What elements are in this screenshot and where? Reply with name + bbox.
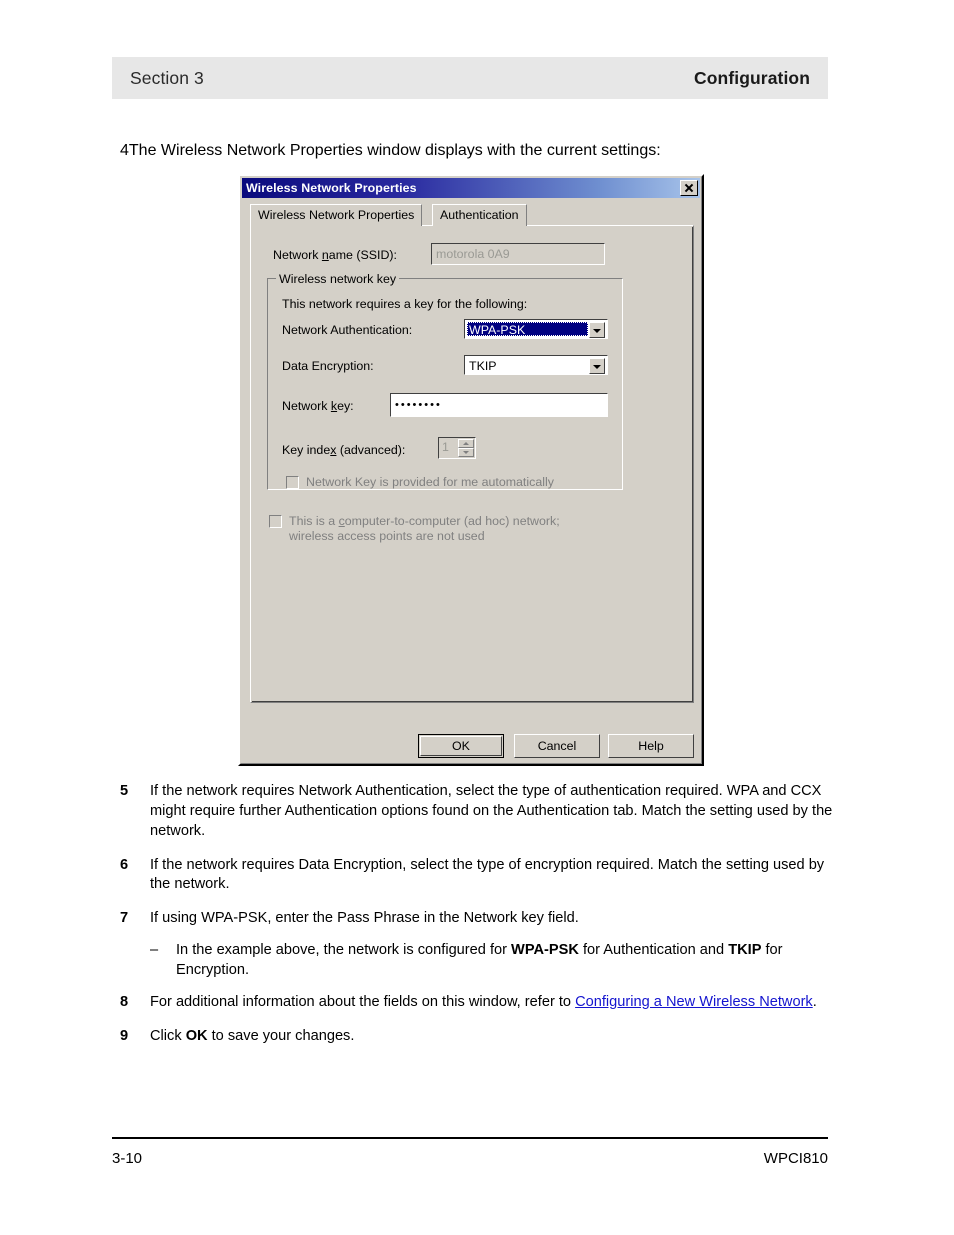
- steps-list: 5 If the network requires Network Authen…: [120, 782, 836, 1060]
- ssid-label: Network name (SSID):: [273, 248, 397, 262]
- substep-part2: for Authentication and: [578, 942, 729, 959]
- step8-part1: For additional information about the fie…: [150, 993, 576, 1010]
- ssid-input[interactable]: motorola 0A9: [431, 243, 605, 265]
- dialog-titlebar: Wireless Network Properties: [242, 178, 700, 198]
- footer-page-number: 3-10: [112, 1150, 143, 1167]
- step-text: For additional information about the fie…: [150, 993, 836, 1013]
- stepper-down-icon[interactable]: [458, 448, 474, 457]
- header-section-label: Section 3: [130, 67, 204, 88]
- help-button[interactable]: Help: [608, 734, 694, 758]
- auto-key-checkbox[interactable]: [286, 476, 299, 489]
- substep-bold-wpapsk: WPA-PSK: [511, 942, 579, 959]
- wireless-network-key-legend: Wireless network key: [276, 272, 400, 286]
- ok-button-label: OK: [452, 739, 470, 753]
- ssid-value: motorola 0A9: [436, 247, 510, 261]
- adhoc-label-pre: This is a: [289, 514, 339, 528]
- network-authentication-select[interactable]: WPA-PSK: [464, 319, 608, 339]
- wireless-network-key-group: Wireless network key This network requir…: [267, 272, 623, 490]
- chevron-down-icon[interactable]: [589, 358, 605, 374]
- auto-key-checkbox-label: Network Key is provided for me automatic…: [306, 475, 554, 489]
- step-text: If using WPA-PSK, enter the Pass Phrase …: [150, 910, 579, 927]
- adhoc-checkbox-row[interactable]: This is a computer-to-computer (ad hoc) …: [269, 514, 619, 544]
- step-number: 5: [120, 783, 129, 799]
- network-key-label-pre: Network: [282, 399, 331, 413]
- cancel-button-label: Cancel: [537, 739, 577, 753]
- footer-divider: [112, 1137, 828, 1139]
- step-text: If the network requires Data Encryption,…: [150, 856, 825, 893]
- step-item-6: 6 If the network requires Data Encryptio…: [120, 856, 836, 896]
- step9-part1: Click: [150, 1027, 186, 1044]
- substep-dash: –: [150, 942, 159, 959]
- data-encryption-select[interactable]: TKIP: [464, 355, 608, 375]
- key-index-stepper[interactable]: 1: [438, 437, 476, 459]
- stepper-up-icon[interactable]: [458, 439, 474, 448]
- network-key-input[interactable]: ••••••••: [390, 393, 608, 417]
- key-index-stepper-buttons[interactable]: [458, 439, 474, 457]
- network-key-label: Network key:: [282, 399, 354, 413]
- ssid-label-pre: Network: [273, 248, 322, 262]
- substep-text: In the example above, the network is con…: [176, 941, 836, 981]
- network-key-label-post: ey:: [337, 399, 354, 413]
- step-number: 6: [120, 856, 129, 873]
- network-authentication-value: WPA-PSK: [467, 322, 588, 336]
- adhoc-checkbox-label: This is a computer-to-computer (ad hoc) …: [289, 514, 619, 544]
- dialog-tab-panel: Network name (SSID): motorola 0A9 Wirele…: [250, 225, 694, 703]
- step-number: 7: [120, 910, 129, 927]
- tab-authentication[interactable]: Authentication: [432, 204, 527, 226]
- page-title: Configuration: [694, 67, 810, 88]
- step-item-9: 9 Click OK to save your changes.: [120, 1027, 836, 1047]
- ssid-label-accesskey: n: [321, 248, 329, 262]
- substep-part1: In the example above, the network is con…: [176, 942, 512, 959]
- cancel-button[interactable]: Cancel: [514, 734, 600, 758]
- ok-button[interactable]: OK: [418, 734, 504, 758]
- adhoc-checkbox[interactable]: [269, 515, 282, 528]
- key-index-label: Key index (advanced):: [282, 443, 405, 457]
- step8-part2: .: [812, 993, 817, 1010]
- step-number: 8: [120, 993, 129, 1010]
- substep-item: – In the example above, the network is c…: [150, 941, 836, 981]
- configuring-new-wireless-network-link[interactable]: Configuring a New Wireless Network: [575, 994, 813, 1010]
- step-number: 4: [120, 142, 129, 159]
- step9-part2: to save your changes.: [207, 1027, 355, 1044]
- step-text: Click OK to save your changes.: [150, 1027, 836, 1047]
- step-text: If the network requires Network Authenti…: [150, 783, 833, 839]
- adhoc-label-line2: wireless access points are not used: [289, 529, 485, 543]
- step-item-5: 5 If the network requires Network Authen…: [120, 782, 836, 842]
- chevron-down-icon[interactable]: [589, 322, 605, 338]
- page-footer: 3-10 WPCI810: [112, 1150, 828, 1167]
- step-item-4: 4 The Wireless Network Properties window…: [120, 142, 836, 160]
- key-index-value: 1: [442, 440, 449, 454]
- ssid-label-post: ame (SSID):: [328, 248, 397, 262]
- data-encryption-label: Data Encryption:: [282, 359, 374, 373]
- tab-wireless-network-properties[interactable]: Wireless Network Properties: [250, 204, 423, 226]
- key-group-intro: This network requires a key for the foll…: [282, 297, 528, 311]
- close-icon[interactable]: [680, 180, 698, 196]
- step9-bold-ok: OK: [185, 1027, 208, 1044]
- help-button-label: Help: [638, 739, 664, 753]
- step-item-7: 7 If using WPA-PSK, enter the Pass Phras…: [120, 909, 836, 929]
- page-header: Section 3 Configuration: [112, 57, 828, 99]
- wireless-network-properties-dialog: Wireless Network Properties Wireless Net…: [238, 174, 704, 766]
- network-key-value: ••••••••: [395, 399, 442, 411]
- data-encryption-value: TKIP: [469, 359, 497, 372]
- step-item-8: 8 For additional information about the f…: [120, 993, 836, 1013]
- key-index-label-pre: Key inde: [282, 443, 331, 457]
- substep-bold-tkip: TKIP: [728, 942, 762, 959]
- footer-product-name: WPCI810: [763, 1150, 828, 1167]
- key-index-label-post: (advanced):: [336, 443, 406, 457]
- step-text: The Wireless Network Properties window d…: [128, 142, 661, 159]
- adhoc-label-post: omputer-to-computer (ad hoc) network;: [344, 514, 560, 528]
- dialog-tabstrip: Wireless Network Properties Authenticati…: [250, 204, 692, 226]
- network-authentication-label: Network Authentication:: [282, 323, 413, 337]
- step-number: 9: [120, 1027, 129, 1044]
- ok-button-face: OK: [420, 736, 502, 756]
- auto-key-checkbox-row[interactable]: Network Key is provided for me automatic…: [286, 475, 554, 490]
- dialog-title: Wireless Network Properties: [246, 181, 417, 195]
